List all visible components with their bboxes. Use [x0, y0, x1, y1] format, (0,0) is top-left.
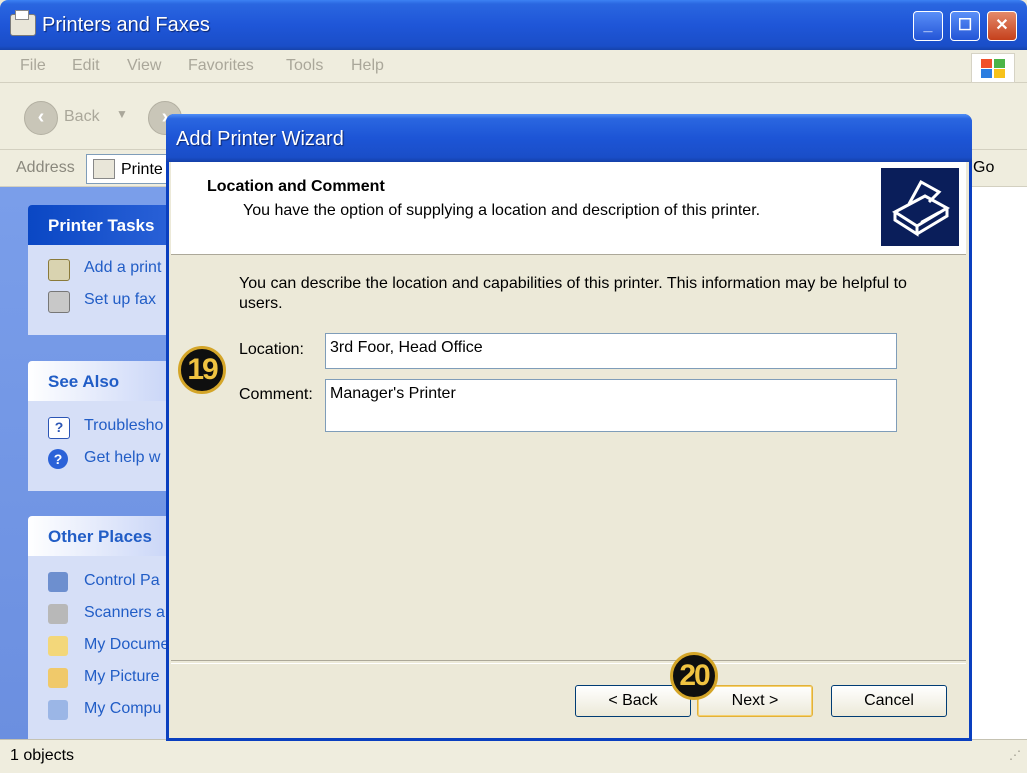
window-title: Printers and Faxes	[42, 14, 210, 36]
task-get-help[interactable]: ? Get help w	[48, 447, 178, 471]
control-panel-icon	[48, 572, 68, 592]
task-add-printer[interactable]: Add a print	[48, 257, 178, 281]
see-also-panel: See Also ? Troublesho ? Get help w	[28, 361, 178, 491]
wizard-title: Add Printer Wizard	[176, 128, 344, 150]
add-printer-wizard-dialog: Add Printer Wizard Location and Comment …	[166, 114, 972, 741]
see-also-title: See Also	[48, 372, 120, 391]
wizard-header-subtitle: You have the option of supplying a locat…	[243, 202, 761, 219]
menu-edit[interactable]: Edit	[72, 57, 100, 75]
next-button[interactable]: Next >	[697, 685, 813, 717]
add-printer-icon	[48, 259, 70, 281]
other-places-title: Other Places	[48, 527, 152, 546]
menu-view[interactable]: View	[127, 57, 161, 75]
menu-tools[interactable]: Tools	[286, 57, 323, 75]
printer-tasks-header[interactable]: Printer Tasks	[28, 205, 178, 245]
resize-grip-icon[interactable]: ⋰	[1009, 748, 1021, 762]
documents-folder-icon	[48, 636, 68, 656]
cancel-button[interactable]: Cancel	[831, 685, 947, 717]
window-titlebar: Printers and Faxes _ ☐ ✕	[0, 0, 1027, 50]
close-button[interactable]: ✕	[987, 11, 1017, 41]
task-set-up-fax-label: Set up fax	[84, 291, 157, 308]
wizard-description: You can describe the location and capabi…	[239, 275, 907, 312]
menu-bar: File Edit View Favorites Tools Help	[0, 50, 1027, 83]
task-get-help-label: Get help w	[84, 449, 161, 466]
computer-icon	[48, 700, 68, 720]
location-input[interactable]: 3rd Foor, Head Office	[325, 333, 897, 369]
place-scanners[interactable]: Scanners a	[48, 602, 178, 626]
wizard-header-title: Location and Comment	[207, 178, 385, 195]
printer-tasks-panel: Printer Tasks Add a print Set up fax	[28, 205, 178, 335]
wizard-titlebar: Add Printer Wizard	[166, 114, 972, 162]
place-my-computer[interactable]: My Compu	[48, 698, 178, 722]
other-places-header[interactable]: Other Places	[28, 516, 178, 556]
comment-input[interactable]: Manager's Printer	[325, 379, 897, 432]
step-20-callout: 20	[670, 652, 718, 700]
place-my-documents-label: My Docume	[84, 636, 170, 653]
help-document-icon: ?	[48, 417, 70, 439]
task-set-up-fax[interactable]: Set up fax	[48, 289, 178, 313]
wizard-separator	[171, 660, 966, 664]
wizard-header: Location and Comment You have the option…	[171, 162, 966, 255]
step-19-callout: 19	[178, 346, 226, 394]
go-button[interactable]: Go	[973, 159, 994, 177]
place-my-computer-label: My Compu	[84, 700, 162, 717]
back-dropdown-icon[interactable]: ▼	[116, 107, 128, 121]
place-my-pictures[interactable]: My Picture	[48, 666, 178, 690]
help-circle-icon: ?	[48, 449, 68, 469]
pictures-folder-icon	[48, 668, 68, 688]
printer-folder-icon	[10, 10, 36, 36]
task-add-printer-label: Add a print	[84, 259, 162, 276]
file-list-area[interactable]	[966, 187, 1027, 739]
task-troubleshoot[interactable]: ? Troublesho	[48, 415, 178, 439]
back-arrow-icon[interactable]: ‹	[24, 101, 58, 135]
task-pane: Printer Tasks Add a print Set up fax See…	[0, 187, 178, 756]
windows-logo-icon	[971, 53, 1015, 83]
menu-help[interactable]: Help	[351, 57, 384, 75]
maximize-button[interactable]: ☐	[950, 11, 980, 41]
place-my-pictures-label: My Picture	[84, 668, 160, 685]
task-troubleshoot-label: Troublesho	[84, 417, 164, 434]
back-button-label[interactable]: Back	[64, 108, 100, 126]
other-places-panel: Other Places Control Pa Scanners a My Do…	[28, 516, 178, 756]
status-text: 1 objects	[10, 747, 75, 764]
place-my-documents[interactable]: My Docume	[48, 634, 178, 658]
place-scanners-label: Scanners a	[84, 604, 165, 621]
place-control-panel[interactable]: Control Pa	[48, 570, 178, 594]
location-label: Location:	[239, 341, 304, 358]
address-label: Address	[16, 159, 75, 176]
comment-label: Comment:	[239, 386, 313, 403]
fax-icon	[48, 291, 70, 313]
printer-folder-icon	[93, 159, 115, 179]
address-value: Printe	[121, 161, 163, 178]
see-also-header[interactable]: See Also	[28, 361, 178, 401]
place-control-panel-label: Control Pa	[84, 572, 160, 589]
menu-favorites[interactable]: Favorites	[188, 57, 254, 75]
printer-icon	[881, 168, 959, 246]
printer-tasks-title: Printer Tasks	[48, 216, 155, 235]
menu-file[interactable]: File	[20, 57, 46, 75]
minimize-button[interactable]: _	[913, 11, 943, 41]
status-bar: 1 objects ⋰	[0, 739, 1027, 773]
scanner-icon	[48, 604, 68, 624]
